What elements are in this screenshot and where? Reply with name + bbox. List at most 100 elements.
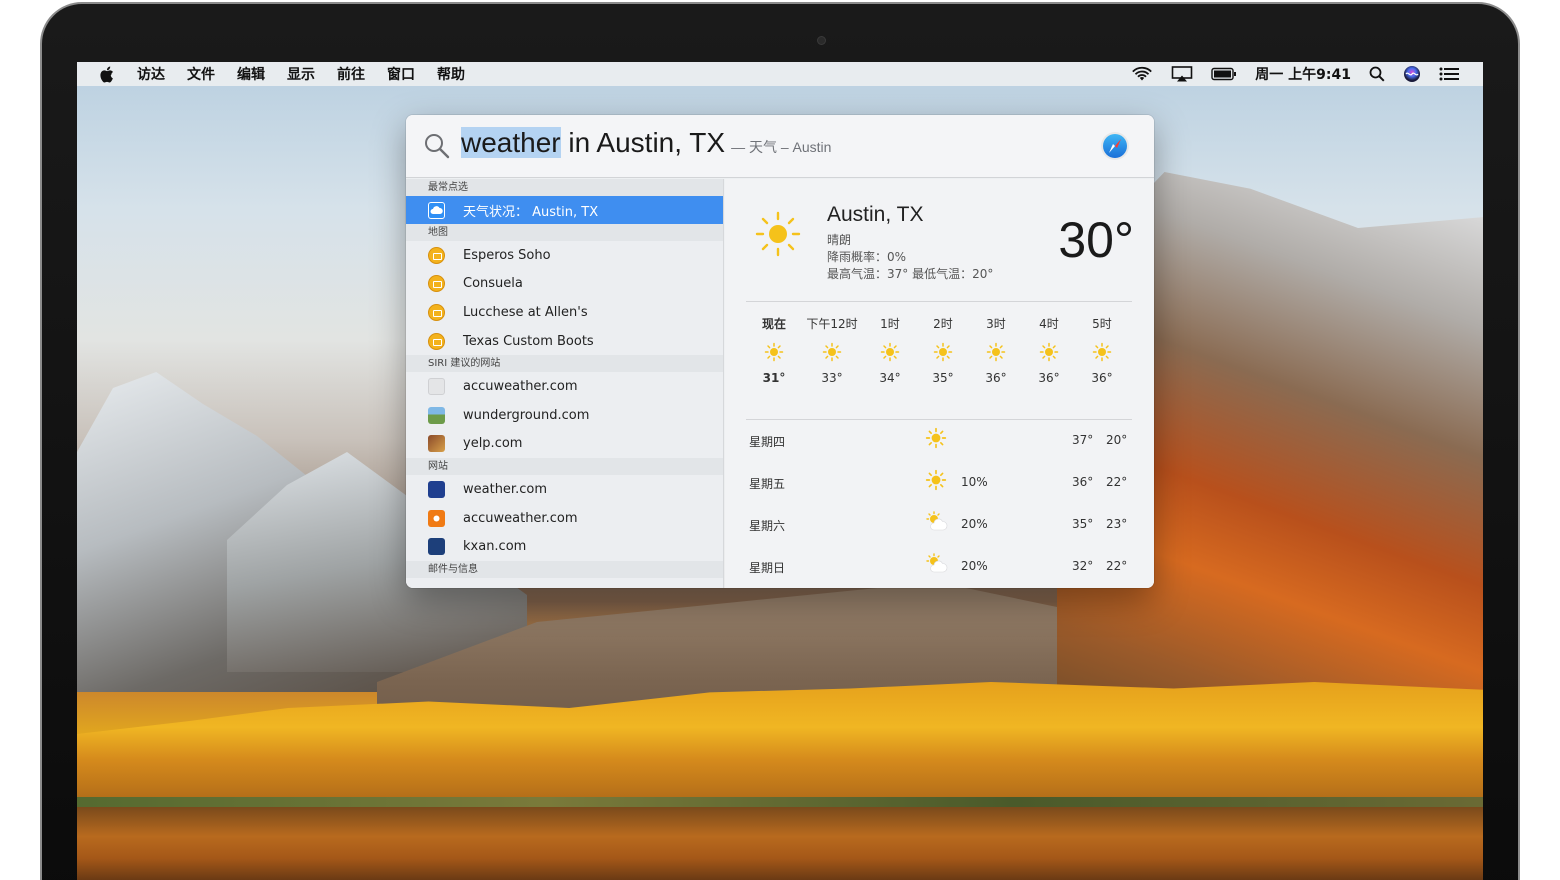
hourly-item: 现在 31° [746,315,802,385]
battery-icon[interactable] [1211,67,1237,81]
website-thumbnail-icon [428,435,445,453]
safari-icon[interactable] [1100,131,1130,165]
menu-view[interactable]: 显示 [287,64,315,84]
accuweather-icon [428,509,445,527]
section-header-top-hits: 最常点选 [406,179,723,196]
result-top-hit[interactable]: 天气状况： Austin, TX [406,196,723,224]
result-map-item[interactable]: Consuela [406,270,723,299]
partly-cloudy-icon [925,511,951,536]
search-input[interactable]: weather in Austin, TX — 天气 – Austin [461,127,831,159]
siri-icon[interactable] [1403,65,1421,83]
menu-go[interactable]: 前往 [337,64,365,84]
result-website[interactable]: weather.com [406,475,723,504]
sun-icon [804,333,860,371]
query-completion-hint: — 天气 – Austin [731,139,832,155]
weather-details: 晴朗 降雨概率：0% 最高气温：37° 最低气温：20° [827,232,993,283]
map-pin-icon [428,303,445,321]
result-map-item[interactable]: Lucchese at Allen's [406,298,723,327]
section-header-websites: 网站 [406,458,723,476]
hourly-item: 1时 34° [862,315,918,385]
sun-icon [746,333,802,371]
section-header-siri-sites: SIRI 建议的网站 [406,355,723,373]
spotlight-window: weather in Austin, TX — 天气 – Austin 最常点选 … [406,115,1154,588]
day-low: 20° [1106,433,1128,447]
hour-temp: 35° [932,371,954,385]
menu-edit[interactable]: 编辑 [237,64,265,84]
hourly-item: 2时 35° [915,315,971,385]
map-pin-icon [428,275,445,293]
day-high: 32° [1072,559,1094,573]
result-label: Esperos Soho [463,247,551,263]
sun-icon [753,209,803,263]
hour-temp: 34° [879,371,901,385]
apple-icon[interactable] [99,65,115,83]
wifi-icon[interactable] [1131,66,1153,82]
menu-file[interactable]: 文件 [187,64,215,84]
result-siri-site[interactable]: accuweather.com [406,372,723,401]
hourly-item: 4时 36° [1021,315,1077,385]
hour-label: 下午12时 [806,317,858,331]
website-thumbnail-icon [428,406,445,424]
result-siri-site[interactable]: wunderground.com [406,401,723,430]
hour-temp: 33° [821,371,843,385]
spotlight-search-bar[interactable]: weather in Austin, TX — 天气 – Austin [406,115,1154,178]
result-label: wunderground.com [463,407,590,423]
sun-icon [915,333,971,371]
hourly-forecast: 现在 31° 下午12时 33° 1时 34° 2时 35° 3时 36° 4时… [746,315,1132,415]
spotlight-search-icon[interactable] [1369,66,1385,82]
hourly-item: 下午12时 33° [804,315,860,385]
result-website[interactable]: accuweather.com [406,504,723,533]
query-text: in Austin, TX [560,127,726,158]
sun-icon [925,427,947,452]
day-label: 星期日 [749,561,786,575]
partly-cloudy-icon [925,553,951,578]
day-rain: 20% [961,559,988,573]
result-label: kxan.com [463,539,527,555]
query-selected-text: weather [461,127,561,158]
menu-clock[interactable]: 周一 上午9:41 [1255,64,1351,84]
map-pin-icon [428,246,445,264]
hourly-item: 3时 36° [968,315,1024,385]
airplay-icon[interactable] [1171,66,1193,82]
day-rain: 20% [961,517,988,531]
result-label: accuweather.com [463,510,578,526]
result-website[interactable]: kxan.com [406,532,723,561]
daily-forecast-row: 星期四 37° 20° [746,425,1132,455]
sun-icon [925,469,947,494]
result-label: Texas Custom Boots [463,333,594,349]
menu-window[interactable]: 窗口 [387,64,415,84]
wallpaper-forest [77,682,1483,812]
hour-label: 2时 [933,317,953,331]
daily-forecast-row: 星期六 20% 35° 23° [746,509,1132,539]
section-header-maps: 地图 [406,224,723,241]
menu-help[interactable]: 帮助 [437,64,465,84]
result-label: Lucchese at Allen's [463,304,588,320]
sun-icon [862,333,918,371]
result-map-item[interactable]: Esperos Soho [406,241,723,270]
weather-rain-chance: 降雨概率：0% [827,250,907,264]
menu-finder[interactable]: 访达 [137,64,165,84]
hourly-item: 5时 36° [1074,315,1130,385]
result-label: weather.com [463,481,547,497]
hour-label: 现在 [761,317,786,331]
daily-forecast-row: 星期五 10% 36° 22° [746,467,1132,497]
day-label: 星期六 [749,519,786,533]
divider [746,301,1132,302]
day-high: 36° [1072,475,1094,489]
day-label: 星期五 [749,477,786,491]
website-icon [428,378,445,396]
section-header-mail: 邮件与信息 [406,560,723,578]
result-map-item[interactable]: Texas Custom Boots [406,327,723,356]
results-list: 最常点选 天气状况： Austin, TX 地图 Esperos Soho Co… [406,179,724,588]
result-siri-site[interactable]: yelp.com [406,430,723,459]
notification-center-icon[interactable] [1439,67,1459,81]
hour-temp: 31° [762,371,786,385]
hour-label: 1时 [880,317,900,331]
hour-label: 5时 [1092,317,1112,331]
day-label: 星期四 [749,435,786,449]
result-label: 天气状况： Austin, TX [463,204,599,220]
day-high: 37° [1072,433,1094,447]
search-icon [424,133,450,163]
weather-channel-icon [428,480,445,498]
day-low: 22° [1106,475,1128,489]
